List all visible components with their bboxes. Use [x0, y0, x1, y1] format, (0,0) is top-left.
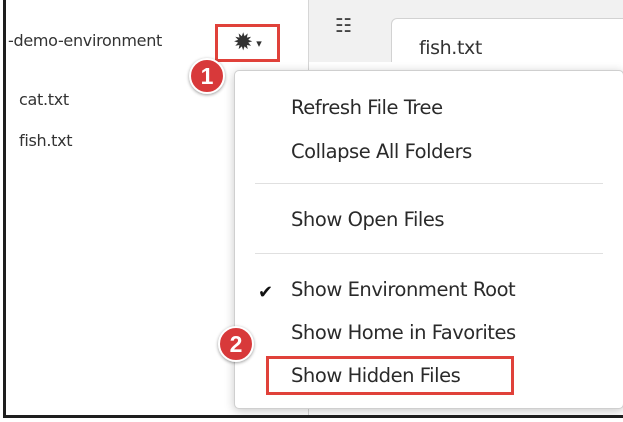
gear-icon: ✹: [233, 29, 254, 56]
checkmark-icon: ✔: [258, 282, 274, 302]
menu-divider: [255, 253, 603, 254]
tab-fish-txt[interactable]: fish.txt ×: [391, 18, 623, 63]
menu-divider: [255, 183, 603, 184]
tab-list-icon[interactable]: ☷: [335, 15, 352, 38]
file-tree-settings-button[interactable]: ✹ ▾: [215, 24, 280, 62]
menu-item-show-home-in-favorites[interactable]: Show Home in Favorites: [291, 321, 516, 344]
menu-item-show-open-files[interactable]: Show Open Files: [291, 208, 445, 231]
step-badge-1: 1: [189, 58, 225, 94]
file-tree-item-fish[interactable]: fish.txt: [19, 131, 73, 150]
editor-tab-bar: ☷ fish.txt ×: [309, 0, 623, 63]
ide-window: -demo-environment cat.txt fish.txt ✹ ▾ ☷…: [3, 0, 623, 418]
step-badge-2: 2: [218, 326, 254, 362]
menu-item-collapse-all-folders[interactable]: Collapse All Folders: [291, 140, 472, 163]
highlight-box-show-hidden-files: [266, 356, 514, 395]
file-tree-item-cat[interactable]: cat.txt: [19, 90, 69, 109]
caret-down-icon: ▾: [256, 37, 262, 50]
file-tree-settings-menu: Refresh File Tree Collapse All Folders S…: [234, 70, 623, 409]
tab-label: fish.txt: [419, 37, 482, 59]
environment-root-folder[interactable]: -demo-environment: [8, 31, 162, 50]
menu-item-show-environment-root[interactable]: Show Environment Root: [291, 278, 516, 301]
menu-item-refresh-file-tree[interactable]: Refresh File Tree: [291, 96, 443, 119]
